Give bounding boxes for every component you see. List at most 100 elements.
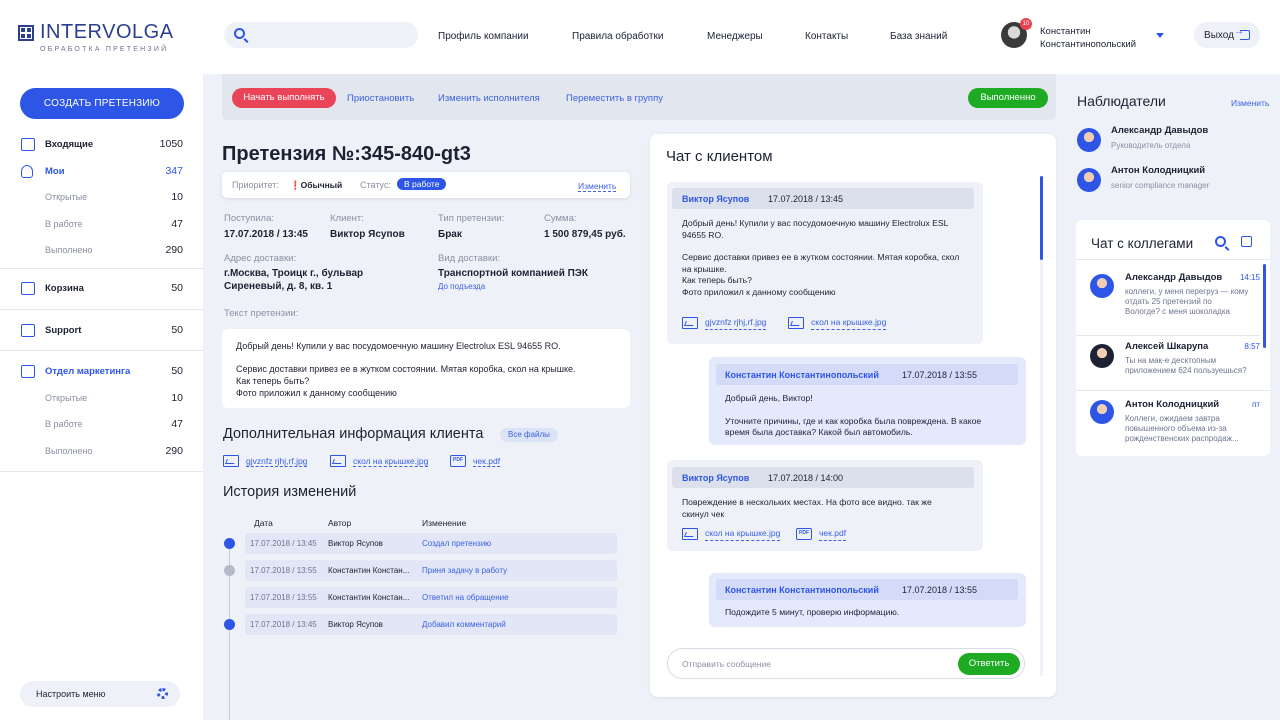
sidebar-item-marketing[interactable]: Отдел маркетинга 50	[0, 358, 203, 384]
compose-icon[interactable]	[1241, 236, 1252, 247]
sidebar-item-count: 1050	[159, 138, 183, 150]
folder-icon	[21, 364, 35, 378]
table-row: 17.07.2018 / 13:55 Константин Констан...…	[245, 560, 617, 581]
sidebar-item-label: В работе	[45, 419, 83, 429]
message-text: Повреждение в нескольких местах. На фото…	[682, 497, 932, 519]
file-attachment[interactable]: PDF чек.pdf	[450, 455, 501, 467]
search-icon[interactable]	[1215, 236, 1226, 247]
sidebar-item-label: В работе	[45, 219, 83, 229]
image-icon	[330, 455, 346, 467]
move-to-group-link[interactable]: Переместить в группу	[566, 93, 663, 104]
file-attachment[interactable]: скол на крышке.jpg	[682, 528, 781, 541]
chat-message-outgoing: Константин Константинопольский 17.07.201…	[709, 357, 1026, 445]
logo-subtitle: ОБРАБОТКА ПРЕТЕНЗИЙ	[40, 46, 169, 53]
table-row: 17.07.2018 / 13:45 Виктор Ясупов Добавил…	[245, 614, 617, 635]
chat-message-incoming: Виктор Ясупов 17.07.2018 / 13:45 Добрый …	[667, 182, 983, 344]
sidebar-item-label: Корзина	[45, 282, 84, 294]
sidebar-item-mine[interactable]: Мои 347	[0, 158, 203, 184]
sidebar-subitem-open[interactable]: Открытые 10	[0, 184, 203, 210]
client-value: Виктор Ясупов	[330, 229, 405, 240]
sidebar-subitem-in-progress[interactable]: В работе 47	[0, 411, 203, 437]
observer-role: senior compliance manager	[1111, 181, 1210, 190]
file-attachment[interactable]: gjvznfz rjhj,rf.jpg	[682, 317, 767, 330]
avatar[interactable]	[1077, 168, 1101, 192]
message-placeholder: Отправить сообщение	[682, 659, 771, 669]
pdf-icon: PDF	[450, 455, 466, 467]
sidebar-item-count: 290	[165, 244, 183, 256]
sidebar-item-inbox[interactable]: Входящие 1050	[0, 131, 203, 157]
nav-processing-rules[interactable]: Правила обработки	[572, 31, 663, 42]
client-label: Клиент:	[330, 213, 364, 224]
message-header: Константин Константинопольский 17.07.201…	[716, 364, 1018, 385]
priority-value: ❗Обычный	[290, 180, 343, 190]
search-icon	[234, 28, 245, 39]
message-input[interactable]: Отправить сообщение Ответить	[667, 648, 1025, 679]
nav-managers[interactable]: Менеджеры	[707, 31, 763, 42]
nav-knowledge-base[interactable]: База знаний	[890, 31, 947, 42]
logout-label: Выход	[1204, 29, 1234, 41]
sum-label: Сумма:	[544, 213, 577, 224]
file-attachment[interactable]: скол на крышке.jpg	[330, 455, 429, 467]
nav-contacts[interactable]: Контакты	[805, 31, 848, 42]
sidebar-item-label: Открытые	[45, 393, 88, 403]
start-button[interactable]: Начать выполнять	[232, 88, 336, 108]
address-value: г.Москва, Троицк г., бульвар Сиреневый, д…	[224, 268, 364, 292]
inbox-icon	[21, 137, 35, 151]
notification-badge[interactable]: 10	[1020, 18, 1032, 30]
file-attachment[interactable]: PDF чек.pdf	[796, 528, 847, 541]
avatar[interactable]	[1077, 128, 1101, 152]
done-button[interactable]: Выполненно	[968, 88, 1048, 108]
image-icon	[223, 455, 239, 467]
sidebar-item-count: 47	[171, 218, 183, 230]
received-label: Поступила:	[224, 213, 274, 224]
sidebar-item-label: Открытые	[45, 192, 88, 202]
trash-icon	[21, 281, 35, 295]
change-priority-link[interactable]: Изменить	[578, 181, 617, 192]
delivery-value: Транспортной компанией ПЭК	[438, 268, 589, 279]
logo-main-text: INTERVOLGA	[40, 21, 174, 43]
observer-name: Антон Колодницкий	[1111, 165, 1206, 176]
configure-menu-button[interactable]: Настроить меню	[20, 681, 180, 707]
sidebar-item-label: Мои	[45, 165, 65, 177]
message-header: Константин Константинопольский 17.07.201…	[716, 579, 1018, 600]
list-item[interactable]: Алексей Шкарупа 8:57 Ты на мак-е десктоп…	[1076, 336, 1270, 396]
list-item[interactable]: Александр Давыдов 14:15 коллеги, у меня …	[1076, 268, 1270, 334]
gear-icon	[157, 688, 168, 699]
sidebar-item-support[interactable]: Support 50	[0, 317, 203, 343]
sidebar-subitem-done[interactable]: Выполнено 290	[0, 438, 203, 464]
reply-button[interactable]: Ответить	[958, 653, 1020, 675]
sidebar-subitem-in-progress[interactable]: В работе 47	[0, 211, 203, 237]
logo[interactable]: INTERVOLGA ОБРАБОТКА ПРЕТЕНЗИЙ	[18, 21, 174, 53]
folder-icon	[21, 323, 35, 337]
avatar	[1090, 344, 1114, 368]
logout-icon	[1234, 26, 1250, 40]
chevron-down-icon[interactable]	[1156, 33, 1164, 38]
chat-scrollbar[interactable]	[1040, 176, 1043, 676]
change-assignee-link[interactable]: Изменить исполнителя	[438, 93, 540, 104]
user-first-name: Константин	[1040, 26, 1091, 37]
sidebar-item-count: 50	[171, 282, 183, 294]
create-claim-button[interactable]: СОЗДАТЬ ПРЕТЕНЗИЮ	[20, 88, 184, 119]
table-row: 17.07.2018 / 13:45 Виктор Ясупов Создал …	[245, 533, 617, 554]
observer-role: Руководитель отдела	[1111, 141, 1191, 150]
delivery-label: Вид доставки:	[438, 253, 501, 264]
type-label: Тип претензии:	[438, 213, 505, 224]
page-title: Претензия №:345-840-gt3	[222, 143, 471, 165]
sidebar-item-trash[interactable]: Корзина 50	[0, 275, 203, 301]
sidebar-subitem-open[interactable]: Открытые 10	[0, 385, 203, 411]
nav-company-profile[interactable]: Профиль компании	[438, 31, 529, 42]
pause-link[interactable]: Приостановить	[347, 93, 414, 104]
sidebar-subitem-done[interactable]: Выполнено 290	[0, 237, 203, 263]
file-attachment[interactable]: скол на крышке.jpg	[788, 317, 887, 330]
extra-info-title: Дополнительная информация клиента	[223, 426, 484, 442]
search-input[interactable]	[224, 22, 418, 48]
pdf-icon: PDF	[796, 528, 812, 541]
file-attachment[interactable]: gjvznfz rjhj,rf.jpg	[223, 455, 308, 467]
list-item[interactable]: Антон Колодницкий пт Коллеги, ожидаем за…	[1076, 392, 1270, 452]
user-name[interactable]: Константин Константинопольский	[1040, 25, 1136, 51]
change-observers-link[interactable]: Изменить	[1231, 98, 1269, 108]
image-icon	[682, 317, 698, 330]
all-files-button[interactable]: Все файлы	[500, 428, 558, 442]
logo-grid-icon	[18, 24, 34, 41]
logout-button[interactable]: Выход	[1194, 22, 1260, 48]
